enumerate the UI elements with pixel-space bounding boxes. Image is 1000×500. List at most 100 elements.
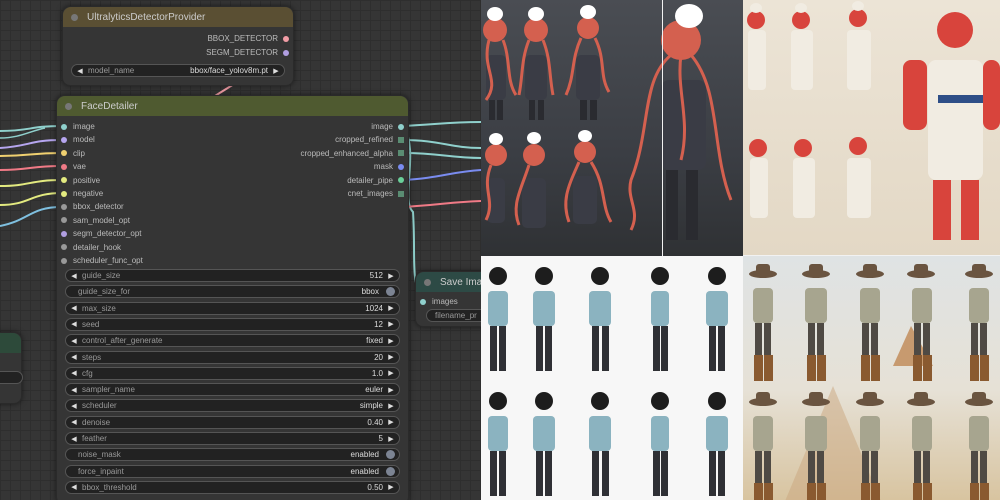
toggle-knob-icon[interactable] bbox=[386, 287, 395, 297]
arrow-right-icon[interactable]: ▶ bbox=[387, 304, 395, 312]
ultralytics-detector-provider-node[interactable]: UltralyticsDetectorProvider BBOX_DETECTO… bbox=[62, 6, 294, 86]
input-dot-icon[interactable] bbox=[420, 298, 426, 305]
guide-size-widget[interactable]: ◀ guide_size 512 ▶ bbox=[65, 269, 400, 282]
input-detailer-hook[interactable]: detailer_hook bbox=[57, 241, 121, 254]
output-dot-icon[interactable] bbox=[283, 35, 289, 42]
arrow-right-icon[interactable]: ▶ bbox=[387, 483, 395, 491]
arrow-left-icon[interactable]: ◀ bbox=[70, 337, 78, 345]
arrow-right-icon[interactable]: ▶ bbox=[272, 67, 280, 75]
input-dot-icon[interactable] bbox=[61, 244, 67, 251]
input-dot-icon[interactable] bbox=[61, 230, 67, 237]
guide-size-for-widget[interactable]: guide_size_for bbox bbox=[65, 285, 400, 299]
bbox-threshold-widget[interactable]: ◀ bbox_threshold 0.50 ▶ bbox=[65, 480, 400, 494]
arrow-right-icon[interactable]: ▶ bbox=[387, 435, 395, 443]
arrow-right-icon[interactable]: ▶ bbox=[387, 353, 395, 361]
arrow-left-icon[interactable]: ◀ bbox=[70, 369, 78, 377]
toggle-knob-icon[interactable] bbox=[386, 450, 395, 460]
output-cropped-enhanced-alpha[interactable]: cropped_enhanced_alpha bbox=[300, 147, 408, 160]
input-dot-icon[interactable] bbox=[61, 190, 67, 197]
force-inpaint-widget[interactable]: force_inpaint enabled bbox=[65, 464, 400, 478]
input-label: detailer_hook bbox=[73, 242, 122, 252]
input-dot-icon[interactable] bbox=[61, 217, 67, 224]
input-bbox-detector[interactable]: bbox_detector bbox=[57, 200, 124, 213]
arrow-right-icon[interactable]: ▶ bbox=[387, 320, 395, 328]
arrow-right-icon[interactable]: ▶ bbox=[387, 402, 395, 410]
output-dot-icon[interactable] bbox=[398, 177, 404, 184]
facedetailer-node[interactable]: FaceDetailer image model clip vae positive ne… bbox=[56, 95, 409, 500]
cfg-widget[interactable]: ◀ cfg 1.0 ▶ bbox=[65, 366, 400, 380]
output-grid-icon[interactable] bbox=[398, 150, 404, 157]
input-dot-icon[interactable] bbox=[61, 150, 67, 157]
partial-node-title[interactable] bbox=[0, 333, 21, 353]
noise-mask-widget[interactable]: noise_mask enabled bbox=[65, 448, 400, 462]
save-image-node[interactable]: Save Imag images filename_pr bbox=[415, 271, 481, 327]
steps-widget[interactable]: ◀ steps 20 ▶ bbox=[65, 350, 400, 364]
output-grid-icon[interactable] bbox=[398, 136, 404, 143]
input-positive[interactable]: positive bbox=[57, 174, 100, 187]
input-dot-icon[interactable] bbox=[61, 163, 67, 170]
input-model[interactable]: model bbox=[57, 133, 95, 146]
output-cropped-refined[interactable]: cropped_refined bbox=[335, 133, 408, 146]
arrow-left-icon[interactable]: ◀ bbox=[76, 67, 84, 75]
output-dot-icon[interactable] bbox=[283, 49, 289, 56]
arrow-left-icon[interactable]: ◀ bbox=[70, 304, 78, 312]
arrow-left-icon[interactable]: ◀ bbox=[70, 483, 78, 491]
input-vae[interactable]: vae bbox=[57, 160, 86, 173]
arrow-left-icon[interactable]: ◀ bbox=[70, 320, 78, 328]
arrow-left-icon[interactable]: ◀ bbox=[70, 418, 78, 426]
arrow-right-icon[interactable]: ▶ bbox=[387, 386, 395, 394]
output-grid-icon[interactable] bbox=[398, 190, 404, 197]
input-segm-detector-opt[interactable]: segm_detector_opt bbox=[57, 227, 142, 240]
feather-widget[interactable]: ◀ feather 5 ▶ bbox=[65, 432, 400, 445]
octopus-characters-illustration bbox=[483, 0, 733, 256]
arrow-right-icon[interactable]: ▶ bbox=[387, 337, 395, 345]
input-dot-icon[interactable] bbox=[61, 203, 67, 210]
arrow-left-icon[interactable]: ◀ bbox=[70, 435, 78, 443]
input-negative[interactable]: negative bbox=[57, 187, 103, 200]
collapse-dot-icon[interactable] bbox=[65, 102, 72, 110]
seed-widget[interactable]: ◀ seed 12 ▶ bbox=[65, 317, 400, 331]
toggle-knob-icon[interactable] bbox=[386, 466, 395, 476]
output-bbox-detector[interactable]: BBOX_DETECTOR bbox=[207, 32, 293, 45]
save-node-title[interactable]: Save Imag bbox=[416, 272, 481, 292]
arrow-left-icon[interactable]: ◀ bbox=[70, 402, 78, 410]
cowboy-character-sheet-image bbox=[743, 256, 1000, 500]
max-size-widget[interactable]: ◀ max_size 1024 ▶ bbox=[65, 301, 400, 315]
node-graph-canvas[interactable]: UltralyticsDetectorProvider BBOX_DETECTO… bbox=[0, 0, 481, 500]
output-image[interactable]: image bbox=[371, 120, 408, 133]
collapse-dot-icon[interactable] bbox=[424, 278, 431, 286]
input-dot-icon[interactable] bbox=[61, 123, 67, 130]
denoise-widget[interactable]: ◀ denoise 0.40 ▶ bbox=[65, 415, 400, 429]
scheduler-widget[interactable]: ◀ scheduler simple ▶ bbox=[65, 399, 400, 413]
arrow-right-icon[interactable]: ▶ bbox=[387, 418, 395, 426]
output-detailer-pipe[interactable]: detailer_pipe bbox=[347, 174, 408, 187]
sampler-name-widget[interactable]: ◀ sampler_name euler ▶ bbox=[65, 383, 400, 397]
arrow-right-icon[interactable]: ▶ bbox=[387, 272, 395, 280]
input-scheduler-func-opt[interactable]: scheduler_func_opt bbox=[57, 254, 143, 267]
provider-node-title[interactable]: UltralyticsDetectorProvider bbox=[63, 7, 293, 27]
arrow-left-icon[interactable]: ◀ bbox=[70, 386, 78, 394]
input-image[interactable]: image bbox=[57, 120, 95, 133]
output-segm-detector[interactable]: SEGM_DETECTOR bbox=[206, 46, 293, 59]
partial-left-node[interactable] bbox=[0, 332, 23, 404]
output-dot-icon[interactable] bbox=[398, 163, 404, 170]
output-cnet-images[interactable]: cnet_images bbox=[348, 187, 408, 200]
arrow-right-icon[interactable]: ▶ bbox=[387, 369, 395, 377]
input-dot-icon[interactable] bbox=[61, 136, 67, 143]
input-images[interactable]: images bbox=[416, 295, 458, 308]
input-dot-icon[interactable] bbox=[61, 257, 67, 264]
facedetailer-node-title[interactable]: FaceDetailer bbox=[57, 96, 408, 116]
arrow-left-icon[interactable]: ◀ bbox=[70, 272, 78, 280]
control-after-generate-widget[interactable]: ◀ control_after_generate fixed ▶ bbox=[65, 334, 400, 348]
collapse-dot-icon[interactable] bbox=[71, 13, 78, 21]
output-dot-icon[interactable] bbox=[398, 123, 404, 130]
input-dot-icon[interactable] bbox=[61, 177, 67, 184]
partial-node-widget[interactable] bbox=[0, 371, 23, 384]
input-sam-model-opt[interactable]: sam_model_opt bbox=[57, 214, 130, 227]
filename-prefix-field[interactable]: filename_pr bbox=[426, 309, 481, 322]
output-mask[interactable]: mask bbox=[374, 160, 408, 173]
arrow-left-icon[interactable]: ◀ bbox=[70, 353, 78, 361]
model-name-combo[interactable]: ◀ model_name bbox/face_yolov8m.pt ▶ bbox=[71, 64, 285, 77]
input-clip[interactable]: clip bbox=[57, 147, 85, 160]
output-label: detailer_pipe bbox=[347, 175, 393, 185]
